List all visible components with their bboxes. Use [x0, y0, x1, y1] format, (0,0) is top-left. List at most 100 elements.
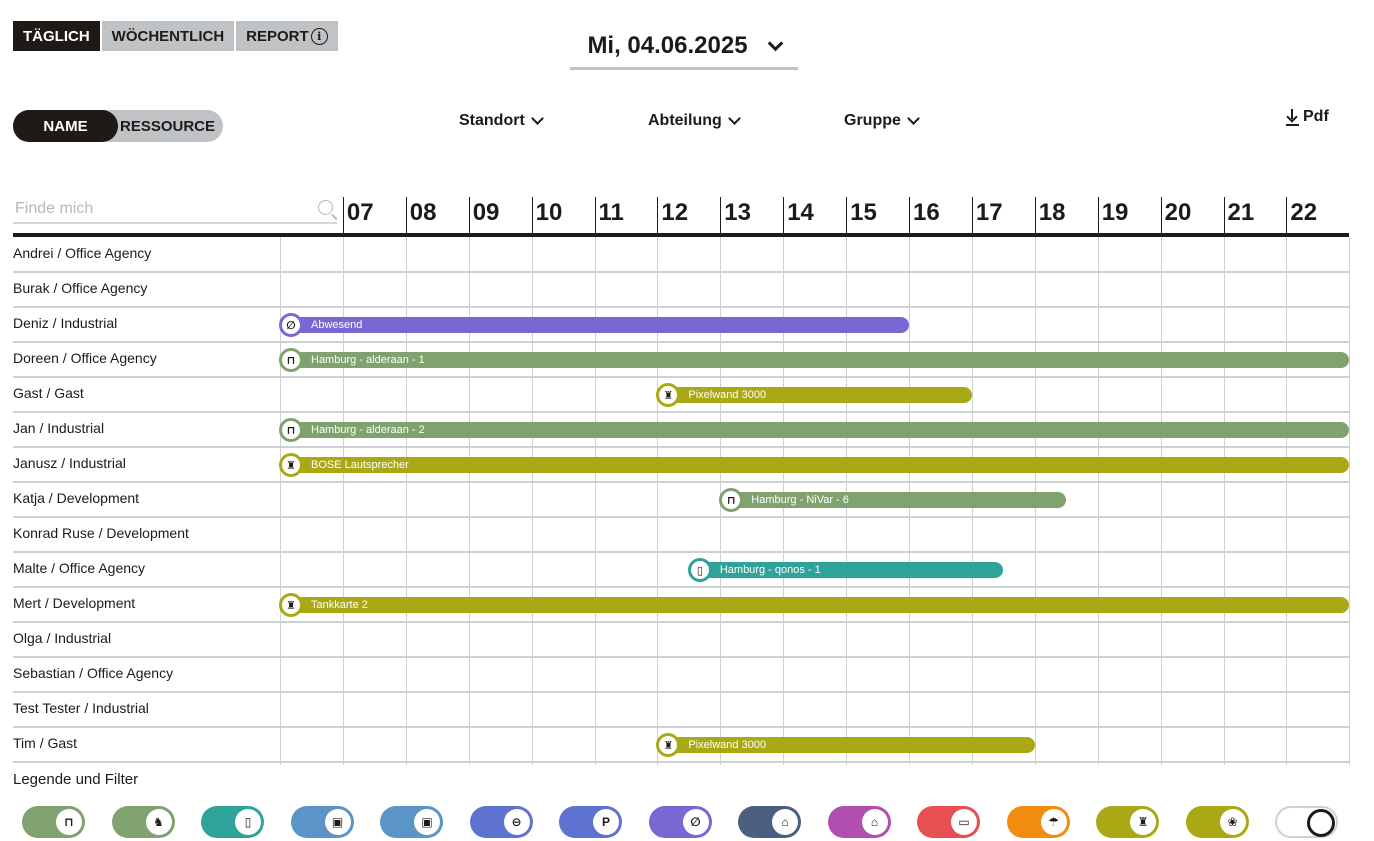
filter-standort[interactable]: Standort	[459, 112, 544, 130]
desk-icon: ⊓	[719, 488, 744, 512]
legend-toggle-person-desk[interactable]: ♞	[111, 806, 175, 838]
booking-bar[interactable]: ♜ Pixelwand 3000	[656, 733, 1035, 757]
booking-bar[interactable]: ♜ Pixelwand 3000	[656, 383, 972, 407]
legend-filters: ⊓ ♞ ▯ ▣ ▣ ⊖ P ∅ ⌂ ⌂ ▭ ☂ ♜ ❀	[22, 806, 1342, 840]
hour-tick	[1034, 197, 1036, 233]
vacation-icon: ☂	[1040, 809, 1067, 835]
hour-label: 15	[850, 199, 877, 226]
grid-row-line	[13, 551, 1349, 553]
hour-tick	[720, 197, 722, 233]
filter-gruppe[interactable]: Gruppe	[844, 112, 920, 130]
room-icon: ▯	[235, 809, 261, 835]
tab-weekly[interactable]: WÖCHENTLICH	[101, 21, 235, 51]
row-label: Konrad Ruse / Development	[13, 525, 189, 541]
hour-label: 14	[787, 199, 814, 226]
home-office-icon: ⌂	[861, 809, 888, 835]
pet-icon: ❀	[1219, 809, 1246, 835]
legend-toggle-car[interactable]: ⊖	[469, 806, 533, 838]
booking-bar[interactable]: ▯ Hamburg - qonos - 1	[687, 558, 1004, 582]
filter-abteilung[interactable]: Abteilung	[648, 112, 741, 130]
education-icon: ⌂	[772, 809, 798, 835]
row-label: Janusz / Industrial	[13, 455, 126, 471]
date-picker[interactable]: Mi, 04.06.2025	[570, 24, 798, 70]
booking-bar[interactable]: ⊓ Hamburg - alderaan - 2	[279, 418, 1349, 442]
desk-icon: ⊓	[56, 809, 82, 835]
grid-row-line	[13, 341, 1349, 343]
hour-tick	[1286, 197, 1288, 233]
row-label: Sebastian / Office Agency	[13, 665, 174, 681]
hour-tick	[909, 197, 910, 233]
legend-toggle-parking[interactable]: P	[559, 806, 622, 838]
legend-toggle-home-office[interactable]: ⌂	[827, 806, 891, 838]
absent-icon: ∅	[279, 313, 303, 337]
hour-tick	[971, 197, 973, 233]
row-label: Gast / Gast	[13, 385, 84, 401]
grid-row-line	[13, 516, 1349, 518]
filter-gruppe-label: Gruppe	[844, 112, 901, 129]
filter-abteilung-label: Abteilung	[648, 112, 722, 129]
legend-toggle-all-off-toggle[interactable]	[1275, 806, 1338, 838]
grid-column-line	[1223, 237, 1225, 765]
row-label: Deniz / Industrial	[13, 315, 118, 331]
grid-row-line	[13, 376, 1349, 378]
grid-row-line	[13, 691, 1349, 693]
tab-report[interactable]: REPORT i	[236, 21, 338, 51]
hour-tick	[468, 197, 470, 233]
row-label: Burak / Office Agency	[13, 280, 148, 296]
hour-tick	[1160, 197, 1162, 233]
booking-bar[interactable]: ⊓ Hamburg - NiVar - 6	[719, 488, 1067, 512]
hour-tick	[657, 197, 659, 233]
schedule-grid: Andrei / Office Agency Burak / Office Age…	[0, 237, 1374, 765]
legend-toggle-desk[interactable]: ⊓	[22, 806, 85, 838]
grid-column-line	[280, 237, 281, 765]
booking-bar[interactable]: ⊓ Hamburg - alderaan - 1	[279, 348, 1349, 372]
hour-label: 12	[661, 199, 689, 226]
equipment-icon: ♜	[1130, 809, 1156, 835]
hour-label: 11	[598, 199, 624, 226]
hour-label: 07	[346, 199, 374, 226]
row-label: Doreen / Office Agency	[13, 350, 157, 366]
legend-toggle-briefcase[interactable]: ▣	[380, 806, 443, 838]
tab-daily[interactable]: TÄGLICH	[13, 21, 100, 51]
legend-toggle-equipment[interactable]: ♜	[1096, 806, 1159, 838]
equipment-icon: ♜	[279, 593, 303, 617]
hour-tick	[342, 197, 344, 233]
booking-bar[interactable]: ♜ Tankkarte 2	[279, 593, 1349, 617]
grid-row-line	[13, 621, 1349, 623]
mode-resource[interactable]: RESSOURCE	[118, 110, 215, 142]
pdf-download-button[interactable]: Pdf	[1286, 108, 1329, 126]
legend-toggle-sick[interactable]: ▭	[917, 806, 980, 838]
sick-icon: ▭	[951, 809, 977, 835]
briefcase-icon: ▣	[324, 809, 351, 835]
filter-standort-label: Standort	[459, 112, 525, 129]
info-icon: i	[310, 27, 328, 45]
hour-label: 10	[535, 199, 563, 226]
download-icon	[1286, 108, 1299, 126]
chevron-down-icon	[727, 112, 741, 125]
legend-toggle-briefcase[interactable]: ▣	[290, 806, 354, 838]
row-label: Andrei / Office Agency	[13, 245, 152, 261]
booking-bar[interactable]: ∅ Abwesend	[279, 313, 909, 337]
search-input[interactable]	[13, 200, 303, 218]
name-resource-toggle[interactable]: NAME RESSOURCE	[13, 110, 223, 142]
legend-toggle-absent[interactable]: ∅	[648, 806, 712, 838]
hour-tick	[783, 197, 785, 233]
mode-name[interactable]: NAME	[13, 110, 118, 142]
chevron-down-icon	[907, 112, 920, 125]
grid-column-line	[1097, 237, 1099, 765]
booking-bar[interactable]: ♜ BOSE Lautsprecher	[279, 453, 1349, 477]
grid-row-line	[13, 271, 1349, 273]
row-label: Jan / Industrial	[13, 420, 105, 436]
legend-title: Legende und Filter	[13, 771, 139, 788]
legend-toggle-pet[interactable]: ❀	[1185, 806, 1249, 838]
grid-row-line	[13, 306, 1349, 308]
view-tabs: TÄGLICH WÖCHENTLICH REPORT i	[13, 21, 338, 51]
legend-toggle-room[interactable]: ▯	[201, 806, 264, 838]
hour-label: 21	[1227, 199, 1255, 226]
hour-label: 13	[724, 199, 751, 226]
hour-label: 22	[1290, 199, 1318, 226]
hour-label: 20	[1164, 199, 1192, 226]
row-label: Katja / Development	[13, 490, 140, 506]
legend-toggle-vacation[interactable]: ☂	[1006, 806, 1070, 838]
legend-toggle-education[interactable]: ⌂	[738, 806, 801, 838]
